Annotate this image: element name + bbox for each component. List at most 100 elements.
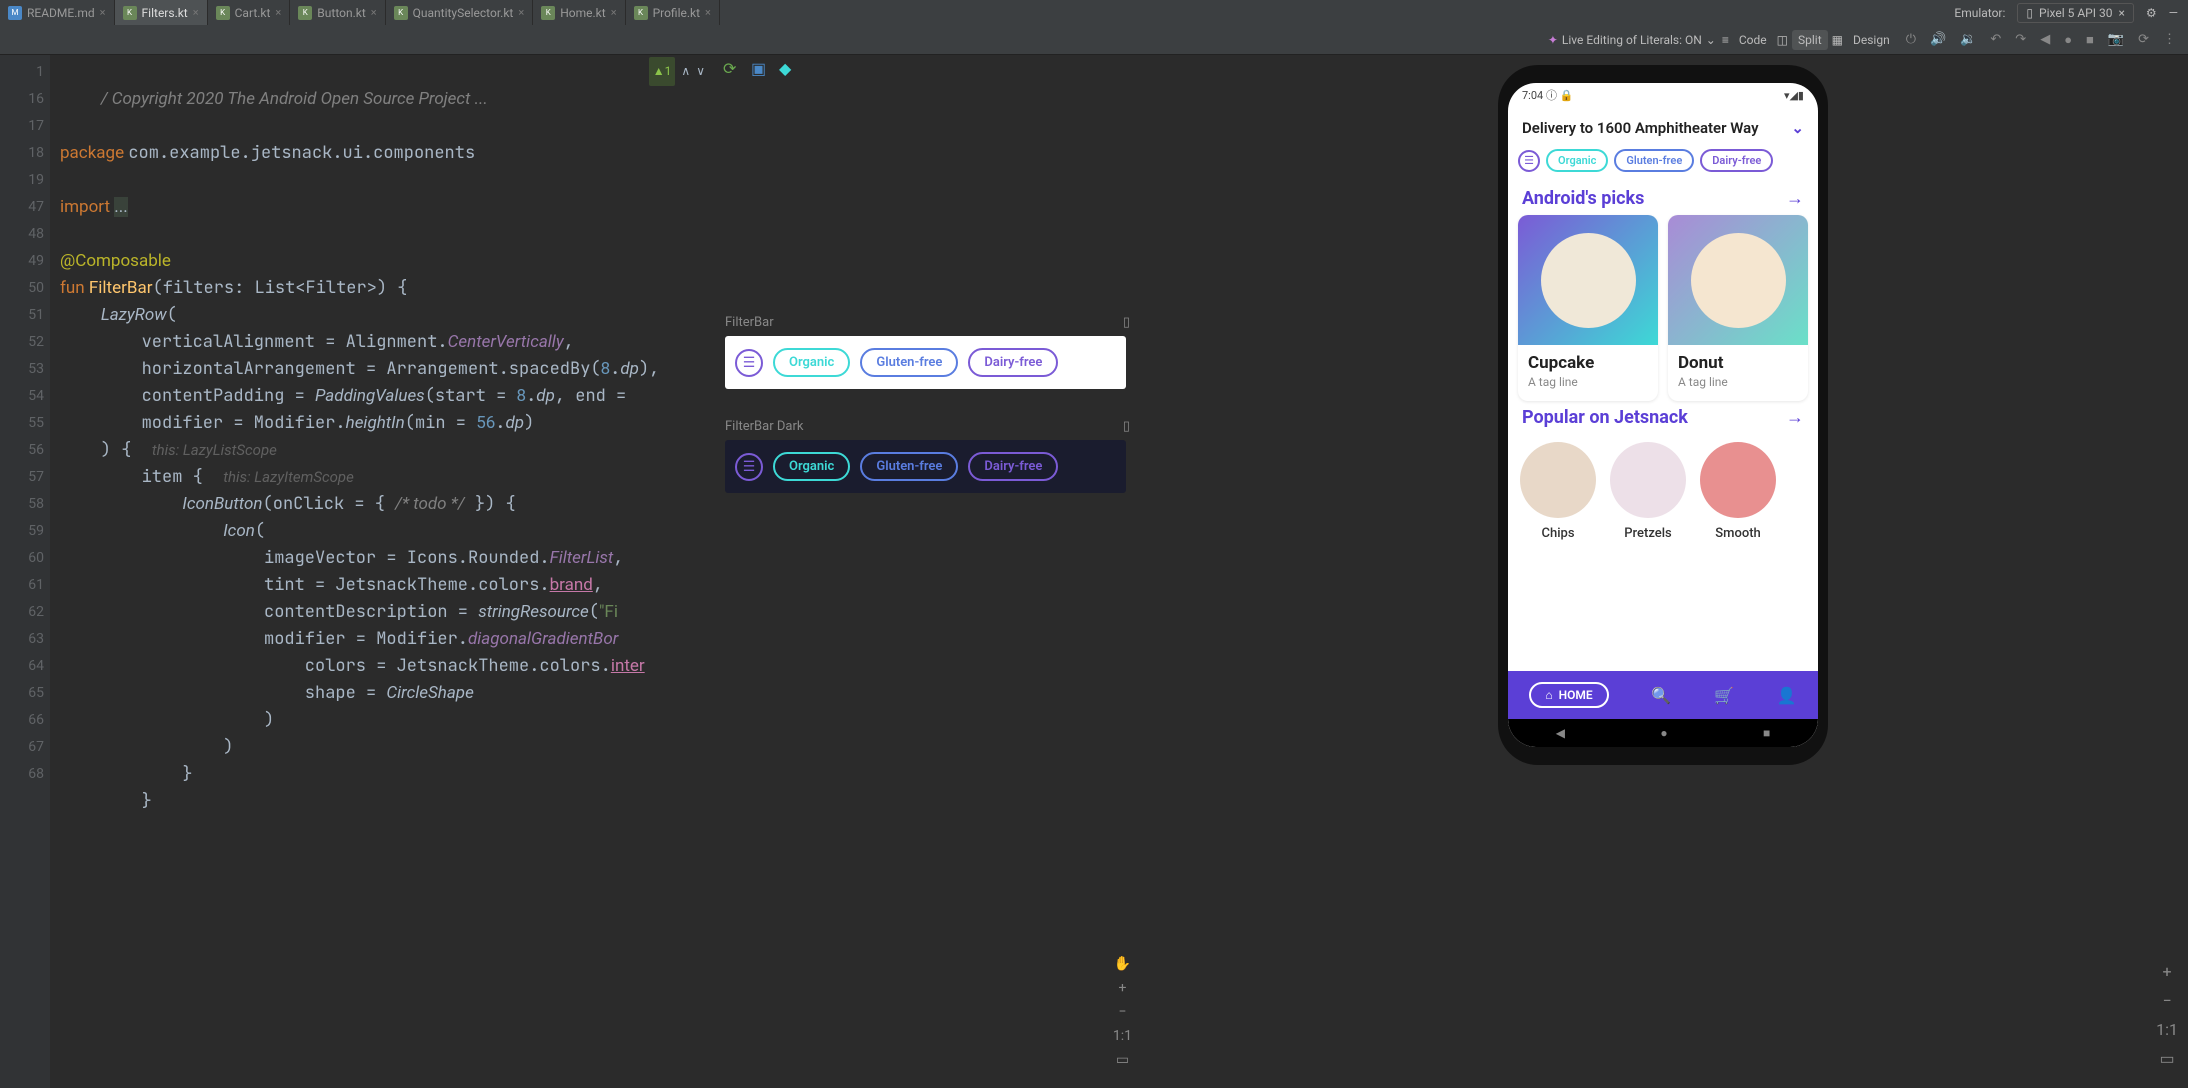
home-icon: ⌂ <box>1545 688 1552 702</box>
tab-button[interactable]: KButton.kt× <box>290 0 385 25</box>
arrow-right-icon[interactable]: → <box>1786 188 1804 209</box>
file-icon: K <box>634 6 648 20</box>
filter-list-icon[interactable]: ☰ <box>735 349 763 377</box>
design-view-icon: ▦ <box>1832 33 1843 47</box>
volume-down-icon[interactable]: 🔉 <box>1956 30 1980 49</box>
filter-chips: ☰ Organic Gluten-free Dairy-free <box>1508 149 1818 182</box>
chip-glutenfree[interactable]: Gluten-free <box>860 452 958 481</box>
tab-cart[interactable]: KCart.kt× <box>208 0 291 25</box>
minimize-icon[interactable]: ― <box>2169 6 2178 20</box>
overview-icon[interactable]: ■ <box>2082 30 2098 50</box>
emulator-label: Emulator: <box>1954 6 2005 20</box>
zoom-in-icon[interactable]: + <box>1118 980 1126 996</box>
snack-round[interactable]: Pretzels <box>1610 442 1686 541</box>
file-icon: K <box>394 6 408 20</box>
device-toggle-icon[interactable]: ▯ <box>1123 315 1130 330</box>
bottom-nav: ⌂HOME 🔍 🛒 👤 <box>1508 671 1818 719</box>
overview-icon[interactable]: ■ <box>1763 726 1770 740</box>
tab-home[interactable]: KHome.kt× <box>533 0 625 25</box>
chip-organic[interactable]: Organic <box>773 452 850 481</box>
arrow-right-icon[interactable]: → <box>1786 407 1804 428</box>
refresh-icon[interactable]: ⟳ <box>723 59 741 77</box>
file-icon: K <box>216 6 230 20</box>
pan-icon[interactable]: ✋ <box>1114 956 1131 972</box>
close-icon[interactable]: × <box>100 6 106 19</box>
close-icon[interactable]: × <box>518 6 524 19</box>
record-icon[interactable]: ⟳ <box>2134 30 2153 49</box>
snack-card[interactable]: DonutA tag line <box>1668 215 1808 401</box>
volume-up-icon[interactable]: 🔊 <box>1926 30 1950 49</box>
preview-label-light: FilterBar▯ <box>725 315 1138 330</box>
preview-filterbar-light: ☰ Organic Gluten-free Dairy-free <box>725 336 1126 389</box>
snack-image <box>1541 233 1636 328</box>
chip-organic[interactable]: Organic <box>773 348 850 377</box>
rotate-right-icon[interactable]: ↷ <box>2011 30 2030 49</box>
preview-toolbar: ✦Live Editing of Literals: ON⌄ ≡Code ◫Sp… <box>0 25 2188 55</box>
compose-preview: ⟳ ▣ ◆ ✓ FilterBar▯ ☰ Organic Gluten-free… <box>713 55 1138 1088</box>
home-icon[interactable]: ● <box>1660 726 1667 740</box>
prev-icon[interactable]: ∧ <box>681 58 690 85</box>
system-nav: ◀ ● ■ <box>1508 719 1818 747</box>
problems-badge[interactable]: ▲1 <box>649 57 676 86</box>
next-icon[interactable]: ∨ <box>696 58 705 85</box>
line-gutter: 1161718194748495051525354555657585960616… <box>0 55 50 1088</box>
chip-glutenfree[interactable]: Gluten-free <box>860 348 958 377</box>
more-icon[interactable]: ⋮ <box>2159 30 2180 49</box>
zoom-reset[interactable]: 1:1 <box>2156 1020 2178 1039</box>
device-screen[interactable]: 7:04 ⓘ 🔒 ▾◢▮ Delivery to 1600 Amphitheat… <box>1508 83 1818 747</box>
snack-card[interactable]: CupcakeA tag line <box>1518 215 1658 401</box>
device-frame: 7:04 ⓘ 🔒 ▾◢▮ Delivery to 1600 Amphitheat… <box>1498 65 1828 765</box>
emulator-panel: 7:04 ⓘ 🔒 ▾◢▮ Delivery to 1600 Amphitheat… <box>1138 55 2188 1088</box>
close-icon[interactable]: × <box>705 6 711 19</box>
zoom-out-icon[interactable]: − <box>1118 1004 1126 1020</box>
nav-home[interactable]: ⌂HOME <box>1529 682 1608 708</box>
snack-round[interactable]: Chips <box>1520 442 1596 541</box>
chevron-down-icon: ⌄ <box>1706 33 1716 47</box>
device-toggle-icon[interactable]: ▯ <box>1123 419 1130 434</box>
close-icon[interactable]: × <box>275 6 281 19</box>
chip-dairyfree[interactable]: Dairy-free <box>968 348 1058 377</box>
interactive-icon[interactable]: ◆ <box>779 59 797 77</box>
zoom-out-icon[interactable]: − <box>2162 991 2171 1010</box>
fit-icon[interactable]: ▭ <box>1116 1052 1129 1068</box>
deploy-icon[interactable]: ▣ <box>751 59 769 77</box>
profile-icon[interactable]: 👤 <box>1777 686 1797 705</box>
tab-readme[interactable]: MREADME.md× <box>0 0 115 25</box>
zoom-in-icon[interactable]: + <box>2163 962 2172 981</box>
address-row[interactable]: Delivery to 1600 Amphitheater Way ⌄ <box>1508 107 1818 149</box>
file-icon: K <box>541 6 555 20</box>
close-icon[interactable]: × <box>611 6 617 19</box>
chip[interactable]: Organic <box>1546 149 1608 172</box>
code-editor[interactable]: ▲1 ∧ ∨ / Copyright 2020 The Android Open… <box>50 55 713 1088</box>
view-code[interactable]: Code <box>1733 30 1773 50</box>
back-icon[interactable]: ◀ <box>1556 726 1565 740</box>
rotate-left-icon[interactable]: ↶ <box>1986 30 2005 49</box>
chip-dairyfree[interactable]: Dairy-free <box>968 452 1058 481</box>
tab-quantity[interactable]: KQuantitySelector.kt× <box>386 0 534 25</box>
filter-list-icon[interactable]: ☰ <box>1518 150 1540 172</box>
home-icon[interactable]: ● <box>2060 30 2076 50</box>
close-icon[interactable]: × <box>2118 6 2124 20</box>
section-header: Popular on Jetsnack → <box>1508 401 1818 434</box>
device-selector[interactable]: ▯Pixel 5 API 30× <box>2017 3 2133 23</box>
close-icon[interactable]: × <box>371 6 377 19</box>
chip[interactable]: Dairy-free <box>1700 149 1773 172</box>
screenshot-icon[interactable]: 📷 <box>2104 30 2128 49</box>
cart-icon[interactable]: 🛒 <box>1714 686 1734 705</box>
live-edit-toggle[interactable]: ✦Live Editing of Literals: ON⌄ <box>1548 33 1716 47</box>
settings-icon[interactable]: ⚙ <box>2146 6 2157 20</box>
close-icon[interactable]: × <box>193 6 199 19</box>
back-icon[interactable]: ◀ <box>2036 30 2054 49</box>
search-icon[interactable]: 🔍 <box>1651 686 1671 705</box>
snack-round[interactable]: Smooth <box>1700 442 1776 541</box>
preview-filterbar-dark: ☰ Organic Gluten-free Dairy-free <box>725 440 1126 493</box>
power-icon[interactable]: ⏻ <box>1902 30 1920 49</box>
tab-filters[interactable]: KFilters.kt× <box>115 0 208 25</box>
fit-icon[interactable]: ▭ <box>2160 1049 2175 1068</box>
view-design[interactable]: Design <box>1847 30 1896 50</box>
zoom-reset[interactable]: 1:1 <box>1113 1028 1132 1044</box>
view-split[interactable]: Split <box>1792 30 1828 50</box>
tab-profile[interactable]: KProfile.kt× <box>626 0 720 25</box>
filter-list-icon[interactable]: ☰ <box>735 453 763 481</box>
chip[interactable]: Gluten-free <box>1614 149 1694 172</box>
